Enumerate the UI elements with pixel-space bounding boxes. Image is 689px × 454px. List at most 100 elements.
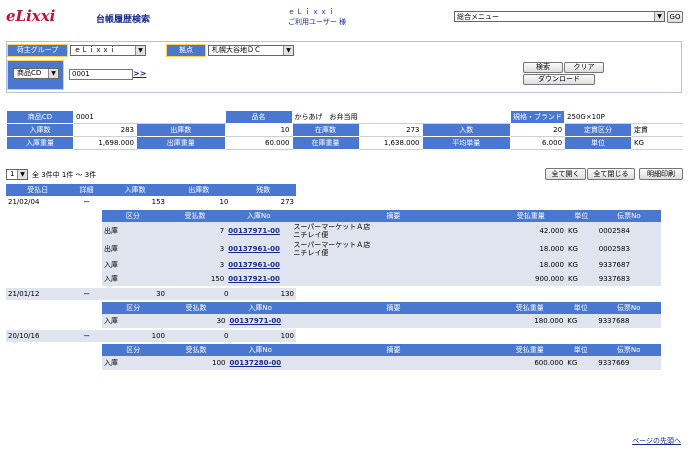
chevron-down-icon: ▼ (17, 170, 27, 179)
col-in: 入庫数 (103, 184, 167, 196)
unit-value: KG (631, 136, 683, 150)
detail-kind: 出庫 (102, 222, 164, 240)
detail-weight: 18.000 (495, 258, 566, 272)
logo: eLixxi (6, 7, 56, 25)
stock-count: 273 (358, 123, 423, 137)
avg-weight: 6.000 (510, 136, 566, 150)
history-groups: 21/02/04 － 153 10 273 区分 受払数 入庫No 摘要 受払重量 単位 伝票No 出庫… (6, 196, 683, 370)
detail-memo (291, 272, 496, 286)
base-select-value: 札幌大谷地ＤＣ (212, 46, 261, 54)
page-select[interactable]: 1 ▼ (6, 169, 28, 180)
toggle-detail-button[interactable]: － (83, 332, 90, 340)
detail-col-header: 伝票No (596, 344, 661, 356)
class-value: 定貫 (631, 123, 683, 137)
download-button[interactable]: ダウンロード (523, 74, 595, 85)
detail-memo (292, 356, 495, 370)
detail-col-header: 単位 (565, 302, 597, 314)
detail-slip: 0002584 (596, 222, 661, 240)
detail-col-header: 伝票No (596, 302, 661, 314)
in-weight: 1,698.000 (73, 136, 137, 150)
col-rest: 残数 (230, 184, 296, 196)
row-out: 0 (166, 288, 231, 300)
inw-label: 入庫重量 (6, 136, 74, 150)
detail-memo (291, 258, 496, 272)
row-in: 100 (103, 330, 167, 342)
row-date: 20/10/16 (6, 330, 70, 342)
memo-line1: スーパーマーケットＡ店 (293, 223, 371, 231)
product-name: からあげ お弁当用 (291, 110, 512, 124)
receipt-no-link[interactable]: 00137961-00 (228, 245, 280, 253)
history-row: 20/10/16 － 100 0 100 (6, 330, 296, 342)
history-area: 受払日 詳細 入庫数 出庫数 残数 21/02/04 － 153 10 273 区分 受払数… (6, 184, 683, 372)
detail-qty: 100 (164, 356, 228, 370)
detail-col-header: 区分 (102, 344, 165, 356)
row-rest: 273 (280, 198, 294, 206)
detail-qty: 3 (163, 240, 227, 258)
toggle-detail-button[interactable]: － (83, 198, 90, 206)
detail-col-header: 区分 (102, 210, 164, 222)
detail-col-header: 受払数 (163, 210, 227, 222)
row-in: 153 (151, 198, 165, 206)
search-button[interactable]: 検索 (523, 62, 563, 73)
detail-col-header: 受払重量 (495, 210, 566, 222)
row-date: 21/02/04 (8, 198, 40, 206)
print-detail-button[interactable]: 明細印刷 (639, 168, 683, 180)
close-all-button[interactable]: 全て閉じる (587, 168, 635, 180)
unit-label: 単位 (564, 136, 633, 150)
detail-unit: KG (565, 222, 597, 240)
detail-kind: 出庫 (102, 240, 164, 258)
detail-col-header: 入庫No (227, 302, 293, 314)
detail-weight: 18.000 (495, 240, 566, 258)
page-top-link[interactable]: ページの先頭へ (632, 436, 681, 446)
go-button[interactable]: GO (667, 11, 683, 23)
detail-unit: KG (565, 272, 597, 286)
group-select[interactable]: ｅＬｉｘｘｉ ▼ (70, 45, 146, 56)
open-all-button[interactable]: 全て開く (545, 168, 586, 180)
receipt-no-link[interactable]: 00137971-00 (228, 227, 280, 235)
user-name: ご利用ユーザー 様 (288, 18, 347, 26)
detail-col-header: 単位 (565, 344, 597, 356)
stock-weight: 1,638.000 (358, 136, 423, 150)
detail-col-header: 受払数 (164, 344, 228, 356)
detail-table: 区分 受払数 入庫No 摘要 受払重量 単位 伝票No 入庫 100 00137280-00 600… (102, 344, 661, 370)
receipt-no-link[interactable]: 00137971-00 (230, 317, 282, 325)
code-lookup-link[interactable]: >> (133, 69, 146, 78)
qty-label: 入数 (421, 123, 512, 137)
clear-button[interactable]: クリア (564, 62, 604, 73)
memo-line2: ニチレイ便 (293, 249, 329, 257)
receipt-no-link[interactable]: 00137921-00 (228, 275, 280, 283)
history-header: 受払日 詳細 入庫数 出庫数 残数 (6, 184, 296, 196)
code-type-value: 商品CD (17, 69, 42, 77)
out-count: 10 (224, 123, 293, 137)
row-out: 0 (167, 330, 231, 342)
receipt-no-link[interactable]: 00137280-00 (230, 359, 282, 367)
memo-line2: ニチレイ便 (293, 231, 329, 239)
chevron-down-icon: ▼ (654, 12, 664, 21)
toggle-detail-button[interactable]: － (83, 290, 90, 298)
base-select[interactable]: 札幌大谷地ＤＣ ▼ (208, 45, 294, 56)
code-type-select[interactable]: 商品CD ▼ (13, 68, 59, 79)
col-out: 出庫数 (166, 184, 231, 196)
main-menu-select[interactable]: 総合メニュー ▼ (454, 11, 665, 22)
outw-label: 出庫重量 (136, 136, 226, 150)
history-row: 21/02/04 － 153 10 273 (6, 196, 296, 208)
detail-col-header: 区分 (102, 302, 165, 314)
detail-col-header: 入庫No (226, 210, 292, 222)
main-menu-value: 総合メニュー (457, 13, 499, 21)
detail-memo (292, 314, 495, 328)
page-select-value: 1 (10, 170, 15, 178)
user-company: ｅＬｉｘｘｉ (288, 8, 336, 16)
detail-kind: 入庫 (102, 356, 165, 370)
code-input[interactable]: 0001 (69, 69, 133, 80)
detail-kind: 入庫 (102, 258, 164, 272)
detail-table: 区分 受払数 入庫No 摘要 受払重量 単位 伝票No 出庫 7 00137971-00 スーパーマ… (102, 210, 661, 286)
detail-col-header: 単位 (565, 210, 597, 222)
detail-col-header: 受払重量 (494, 344, 566, 356)
detail-qty: 3 (163, 258, 227, 272)
row-rest: 130 (230, 288, 296, 300)
out-label: 出庫数 (136, 123, 226, 137)
code-label: 商品CD (6, 110, 74, 124)
receipt-no-link[interactable]: 00137961-00 (228, 261, 280, 269)
detail-slip: 9337688 (596, 314, 661, 328)
avg-label: 平均単量 (421, 136, 512, 150)
